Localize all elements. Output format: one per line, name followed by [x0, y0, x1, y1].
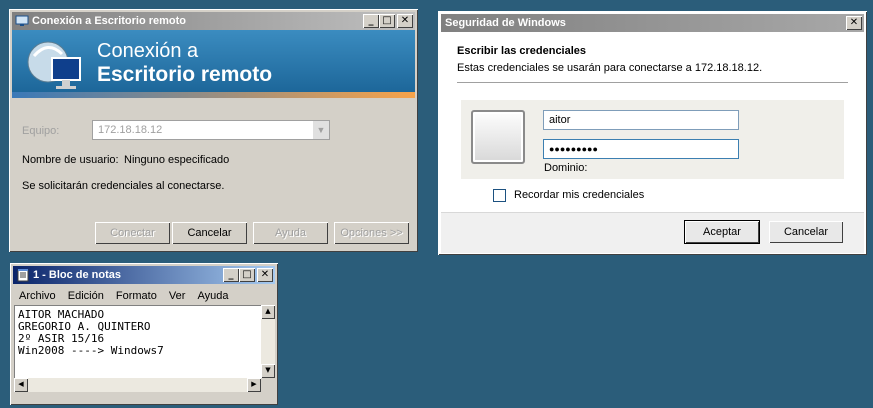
notepad-text-area[interactable]: AITOR MACHADO GREGORIO A. QUINTERO 2º AS… — [14, 305, 261, 378]
monitor-icon — [27, 41, 81, 89]
notepad-icon — [17, 269, 29, 282]
security-window: Seguridad de Windows ✕ Escribir las cred… — [438, 11, 867, 255]
security-heading: Escribir las credenciales — [457, 45, 587, 57]
chevron-down-icon: ▼ — [316, 125, 326, 135]
text-line: Win2008 ----> Windows7 — [18, 344, 164, 357]
scroll-up-button[interactable]: ▲ — [261, 305, 275, 319]
scroll-left-button[interactable]: ◀ — [14, 378, 28, 392]
remember-label: Recordar mis credenciales — [514, 189, 645, 201]
info-text: Se solicitarán credenciales al conectars… — [22, 180, 225, 192]
cancel-button[interactable]: Cancelar — [172, 222, 247, 244]
security-close-button[interactable]: ✕ — [846, 16, 862, 30]
notepad-close-button[interactable]: ✕ — [257, 268, 273, 282]
usuario-value: Ninguno especificado — [124, 154, 230, 166]
username-input[interactable]: aitor — [543, 110, 739, 130]
equipo-dropdown-button[interactable]: ▼ — [313, 121, 329, 139]
horizontal-scrollbar[interactable]: ◀ ▶ — [14, 378, 261, 392]
credential-tile: aitor ●●●●●●●●● Dominio: — [461, 100, 844, 179]
password-input[interactable]: ●●●●●●●●● — [543, 139, 739, 159]
usuario-label: Nombre de usuario: — [22, 154, 119, 166]
rdp-banner: Conexión a Escritorio remoto — [12, 30, 415, 98]
banner-line2: Escritorio remoto — [97, 63, 273, 86]
rdp-title: Conexión a Escritorio remoto — [32, 15, 187, 27]
domain-label: Dominio: — [544, 162, 588, 174]
menu-ayuda[interactable]: Ayuda — [198, 288, 229, 304]
banner-line1: Conexión a — [97, 40, 199, 62]
scroll-right-button[interactable]: ▶ — [247, 378, 261, 392]
close-button[interactable]: ✕ — [397, 14, 413, 28]
accept-button[interactable]: Aceptar — [684, 220, 760, 244]
heading-divider — [457, 82, 848, 83]
rdp-window: Conexión a Escritorio remoto _ □ ✕ Conex… — [9, 9, 418, 252]
equipo-value: 172.18.18.12 — [98, 124, 163, 136]
vertical-scrollbar[interactable]: ▲ ▼ — [261, 305, 275, 378]
notepad-menubar: Archivo Edición Formato Ver Ayuda — [19, 288, 238, 304]
username-value: aitor — [549, 114, 571, 126]
maximize-button[interactable]: □ — [379, 14, 395, 28]
remember-checkbox[interactable] — [493, 189, 506, 202]
menu-edicion[interactable]: Edición — [68, 288, 104, 304]
user-avatar — [471, 110, 525, 164]
scroll-down-button[interactable]: ▼ — [261, 364, 275, 378]
menu-formato[interactable]: Formato — [116, 288, 157, 304]
equipo-field[interactable]: 172.18.18.12 ▼ — [92, 120, 330, 140]
notepad-minimize-button[interactable]: _ — [223, 268, 239, 282]
notepad-titlebar[interactable]: 1 - Bloc de notas _ □ ✕ — [13, 266, 275, 284]
security-body: Escribir las credenciales Estas credenci… — [441, 32, 864, 215]
menu-archivo[interactable]: Archivo — [19, 288, 56, 304]
security-titlebar[interactable]: Seguridad de Windows ✕ — [441, 14, 864, 32]
banner-stripe — [12, 92, 415, 98]
security-title: Seguridad de Windows — [445, 17, 566, 29]
notepad-window: 1 - Bloc de notas _ □ ✕ Archivo Edición … — [10, 263, 278, 405]
remote-desktop-icon — [15, 15, 29, 26]
rdp-titlebar[interactable]: Conexión a Escritorio remoto _ □ ✕ — [12, 12, 415, 30]
minimize-button[interactable]: _ — [363, 14, 379, 28]
equipo-label: Equipo: — [22, 125, 60, 137]
connect-button[interactable]: Conectar — [95, 222, 170, 244]
security-subheading: Estas credenciales se usarán para conect… — [457, 62, 763, 74]
menu-ver[interactable]: Ver — [169, 288, 186, 304]
help-button[interactable]: Ayuda — [253, 222, 328, 244]
notepad-title: 1 - Bloc de notas — [33, 269, 122, 281]
notepad-maximize-button[interactable]: □ — [239, 268, 255, 282]
security-cancel-button[interactable]: Cancelar — [769, 221, 843, 243]
password-value: ●●●●●●●●● — [549, 144, 598, 154]
options-button[interactable]: Opciones >> — [334, 222, 409, 244]
